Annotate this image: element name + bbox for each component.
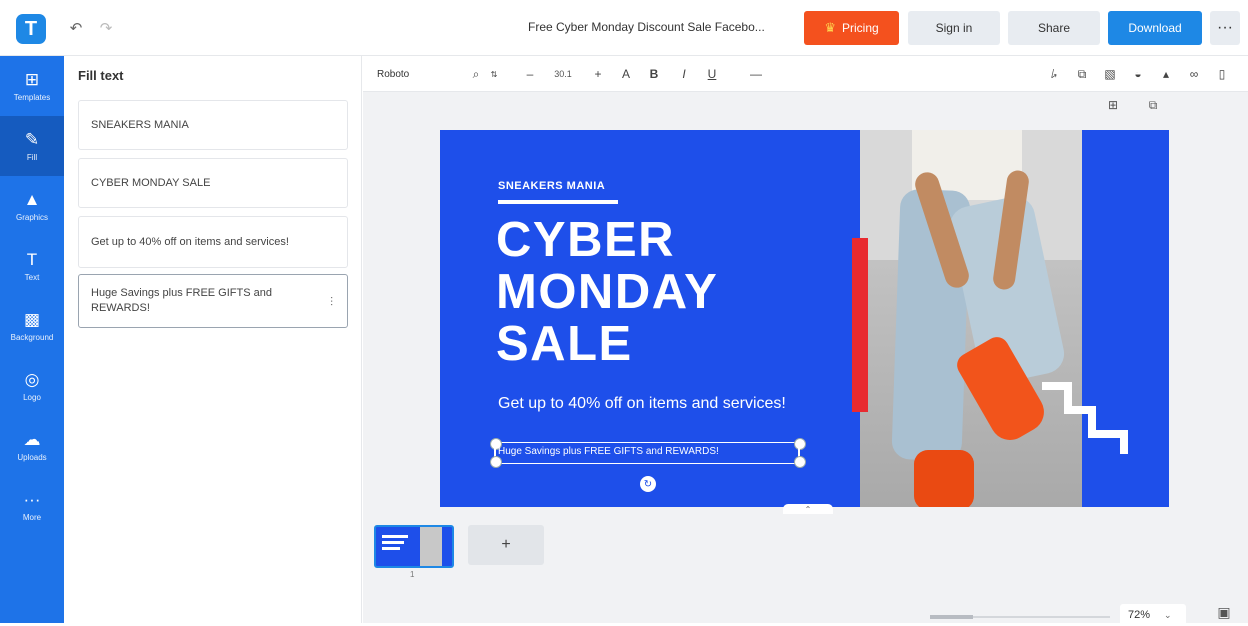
headline-text[interactable]: CYBER MONDAY SALE bbox=[496, 214, 826, 370]
more-options-button[interactable]: ··· bbox=[1210, 11, 1240, 45]
promo-text-selection[interactable]: Huge Savings plus FREE GIFTS and REWARDS… bbox=[490, 438, 806, 468]
lock-icon[interactable]: ▴ bbox=[1159, 64, 1173, 84]
rail-item-text[interactable]: T Text bbox=[0, 236, 64, 296]
logo-icon: ◎ bbox=[24, 369, 40, 389]
app-logo[interactable]: T bbox=[16, 14, 46, 44]
duplicate-icon[interactable]: ⧉ bbox=[1075, 64, 1089, 84]
paint-format-icon[interactable]: ⭞ bbox=[1047, 64, 1061, 84]
download-button[interactable]: Download bbox=[1108, 11, 1202, 45]
text-icon: T bbox=[26, 249, 38, 269]
trash-icon[interactable]: ▯ bbox=[1215, 64, 1229, 84]
rail-item-background[interactable]: ▩ Background bbox=[0, 296, 64, 356]
bold-button[interactable]: B bbox=[647, 64, 661, 84]
templates-icon: ⊞ bbox=[24, 69, 40, 89]
canvas-expand-tab[interactable]: ⌃ bbox=[783, 504, 833, 514]
fit-screen-icon[interactable]: ▣ bbox=[1214, 602, 1234, 622]
stairs-graphic[interactable] bbox=[1038, 380, 1130, 460]
layer-icon[interactable]: ▧ bbox=[1103, 64, 1117, 84]
more-format-button[interactable]: — bbox=[749, 64, 763, 84]
italic-button[interactable]: I bbox=[677, 64, 691, 84]
headline-line-2: MONDAY bbox=[496, 265, 719, 319]
opacity-icon[interactable]: ◒ bbox=[1131, 64, 1145, 84]
top-bar: T ↶ ↷ Free Cyber Monday Discount Sale Fa… bbox=[0, 0, 1248, 56]
thumb-photo bbox=[420, 527, 442, 566]
upload-icon: ☁ bbox=[23, 429, 41, 449]
background-icon: ▩ bbox=[23, 309, 41, 329]
rail-item-templates[interactable]: ⊞ Templates bbox=[0, 56, 64, 116]
add-element-icon[interactable]: ⊞ bbox=[1105, 97, 1121, 113]
text-color-button[interactable]: A bbox=[619, 64, 633, 84]
thumb-text-line bbox=[382, 541, 404, 544]
rail-item-logo[interactable]: ◎ Logo bbox=[0, 356, 64, 416]
headline-line-3: SALE bbox=[496, 317, 633, 371]
rotate-icon[interactable]: ↻ bbox=[640, 476, 656, 492]
page-thumbnail[interactable] bbox=[374, 525, 454, 568]
rail-item-label: More bbox=[22, 512, 42, 522]
graphics-icon: ▲ bbox=[23, 189, 41, 209]
copy-page-icon[interactable]: ⧉ bbox=[1145, 97, 1161, 113]
document-title[interactable]: Free Cyber Monday Discount Sale Facebo..… bbox=[528, 20, 778, 34]
more-icon: ··· bbox=[23, 489, 41, 509]
rail-item-label: Fill bbox=[26, 152, 38, 162]
rail-item-label: Templates bbox=[13, 92, 51, 102]
redo-icon[interactable]: ↷ bbox=[96, 18, 116, 38]
panel-title: Fill text bbox=[78, 68, 124, 83]
page-number: 1 bbox=[410, 570, 415, 579]
sign-in-button[interactable]: Sign in bbox=[908, 11, 1000, 45]
drag-handle-icon[interactable]: ⫶ bbox=[330, 295, 333, 310]
font-stepper-icon[interactable]: ⇅ bbox=[487, 64, 501, 84]
design-canvas[interactable]: SNEAKERS MANIA CYBER MONDAY SALE Get up … bbox=[440, 130, 1169, 507]
rail-item-label: Uploads bbox=[17, 452, 47, 462]
underline-button[interactable]: U bbox=[705, 64, 719, 84]
eyebrow-text[interactable]: SNEAKERS MANIA bbox=[498, 180, 605, 192]
rail-item-label: Logo bbox=[23, 392, 41, 402]
eyebrow-rule[interactable] bbox=[498, 200, 618, 204]
thumb-text-line bbox=[382, 547, 400, 550]
text-field-subtitle[interactable]: Get up to 40% off on items and services! bbox=[78, 216, 348, 268]
link-icon[interactable]: ∞ bbox=[1187, 64, 1201, 84]
crown-icon: ♛ bbox=[824, 20, 836, 35]
rail-item-label: Graphics bbox=[15, 212, 48, 222]
pricing-button[interactable]: ♛ Pricing bbox=[804, 11, 899, 45]
rail-item-uploads[interactable]: ☁ Uploads bbox=[0, 416, 64, 476]
rail-item-label: Background bbox=[10, 332, 54, 342]
fill-text-panel: Fill text SNEAKERS MANIA CYBER MONDAY SA… bbox=[64, 56, 362, 623]
text-field-headline[interactable]: CYBER MONDAY SALE bbox=[78, 158, 348, 208]
pencil-icon: ✎ bbox=[24, 129, 40, 149]
search-icon[interactable]: ⌕ bbox=[469, 64, 483, 84]
subtitle-text[interactable]: Get up to 40% off on items and services! bbox=[498, 394, 798, 413]
rail-item-graphics[interactable]: ▲ Graphics bbox=[0, 176, 64, 236]
photo-shoe-left bbox=[914, 450, 974, 507]
zoom-slider-fill[interactable] bbox=[930, 615, 974, 619]
font-family-select[interactable]: Roboto bbox=[373, 63, 457, 85]
thumb-text-line bbox=[382, 535, 408, 538]
chevron-down-icon: ⌄ bbox=[1164, 609, 1172, 620]
undo-icon[interactable]: ↶ bbox=[66, 18, 86, 38]
rail-item-fill[interactable]: ✎ Fill bbox=[0, 116, 64, 176]
selection-bottom-edge bbox=[494, 463, 800, 464]
increase-size-button[interactable]: + bbox=[591, 64, 605, 84]
decrease-size-button[interactable]: – bbox=[523, 64, 537, 84]
left-rail: ⊞ Templates ✎ Fill ▲ Graphics T Text ▩ B… bbox=[0, 56, 64, 623]
rail-item-label: Text bbox=[24, 272, 40, 282]
zoom-value: 72% bbox=[1128, 609, 1151, 621]
text-field-promo-value: Huge Savings plus FREE GIFTS and REWARDS… bbox=[91, 287, 272, 314]
text-field-eyebrow[interactable]: SNEAKERS MANIA bbox=[78, 100, 348, 150]
text-field-promo[interactable]: Huge Savings plus FREE GIFTS and REWARDS… bbox=[78, 274, 348, 328]
resize-handle-right[interactable] bbox=[794, 438, 806, 468]
promo-text[interactable]: Huge Savings plus FREE GIFTS and REWARDS… bbox=[498, 446, 719, 457]
headline-line-1: CYBER bbox=[496, 213, 676, 267]
selection-top-edge bbox=[494, 442, 800, 443]
format-toolbar: Roboto ⌕ ⇅ – 30.1 + A B I U — ⭞ ⧉ ▧ ◒ ▴ … bbox=[363, 56, 1248, 92]
pricing-label: Pricing bbox=[841, 21, 879, 35]
font-size-input[interactable]: 30.1 bbox=[545, 64, 581, 84]
share-button[interactable]: Share bbox=[1008, 11, 1100, 45]
add-page-button[interactable]: + bbox=[468, 525, 544, 565]
red-accent-bar[interactable] bbox=[852, 238, 868, 412]
rail-item-more[interactable]: ··· More bbox=[0, 476, 64, 536]
